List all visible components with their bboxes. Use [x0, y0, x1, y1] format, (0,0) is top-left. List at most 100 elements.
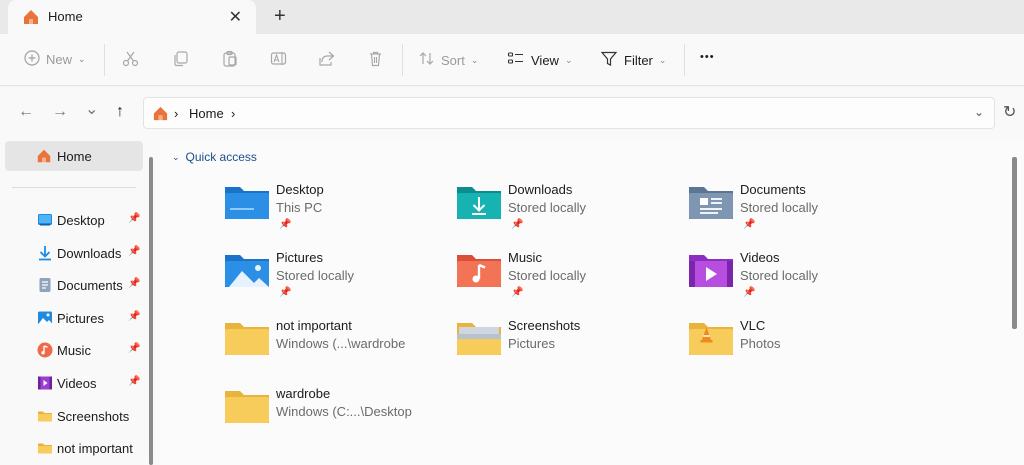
- rename-icon[interactable]: [270, 50, 287, 67]
- navigation-pane: Home Desktop 📌 Downloads 📌 Documents 📌 P…: [0, 139, 160, 465]
- up-arrow-icon[interactable]: ↑: [116, 103, 124, 121]
- quick-access-music[interactable]: Music Stored locally 📌: [456, 250, 676, 310]
- quick-access-desktop[interactable]: Desktop This PC 📌: [224, 182, 444, 242]
- main-content: ⌄ Quick access Desktop This PC 📌 Downloa…: [160, 139, 1024, 465]
- divider: [684, 44, 685, 76]
- home-icon: [36, 148, 52, 167]
- quick-access-not-important[interactable]: not important Windows (...\wardrobe: [224, 318, 444, 378]
- sidebar-item-label: Music: [57, 343, 91, 358]
- sidebar-item-music[interactable]: Music 📌: [0, 335, 148, 365]
- view-icon: [507, 50, 525, 70]
- section-label: Quick access: [185, 150, 257, 164]
- pictures-folder-icon: [224, 250, 270, 290]
- tile-location: Windows (...\wardrobe: [276, 336, 406, 351]
- quick-access-screenshots[interactable]: Screenshots Pictures: [456, 318, 676, 378]
- videos-icon: [37, 375, 53, 391]
- main-scrollbar[interactable]: [1012, 157, 1017, 329]
- pin-icon: 📌: [279, 287, 292, 298]
- tab-title: Home: [48, 9, 83, 24]
- pin-icon: 📌: [511, 287, 524, 298]
- pin-icon[interactable]: 📌: [128, 311, 140, 322]
- quick-access-wardrobe[interactable]: wardrobe Windows (C:...\Desktop: [224, 386, 444, 446]
- chevron-down-icon: ⌄: [658, 54, 667, 65]
- pin-icon: 📌: [743, 219, 756, 230]
- breadcrumb-separator[interactable]: ›: [174, 106, 178, 121]
- home-icon: [22, 8, 40, 29]
- tile-location: Stored locally: [508, 268, 587, 283]
- sidebar-item-desktop[interactable]: Desktop 📌: [0, 205, 148, 235]
- refresh-icon[interactable]: ↻: [1003, 102, 1016, 122]
- tile-name: Music: [508, 250, 542, 265]
- pin-icon[interactable]: 📌: [128, 278, 140, 289]
- pin-icon: 📌: [743, 287, 756, 298]
- folder-icon: [224, 386, 270, 426]
- tile-location: Stored locally: [276, 268, 355, 283]
- sidebar-item-label: Videos: [57, 376, 97, 391]
- command-bar: New ⌄ Sort ⌄ View ⌄ Filter ⌄ •••: [0, 34, 1024, 86]
- filter-button[interactable]: Filter ⌄: [600, 50, 666, 70]
- quick-access-header[interactable]: ⌄ Quick access: [172, 150, 257, 164]
- sidebar-item-not-important[interactable]: not important: [0, 433, 148, 463]
- screenshots-folder-icon: [456, 318, 502, 358]
- new-button[interactable]: New ⌄: [24, 50, 86, 69]
- sidebar-item-home[interactable]: Home: [5, 141, 143, 171]
- address-dropdown-icon[interactable]: ⌄: [974, 105, 984, 119]
- tile-name: Downloads: [508, 182, 573, 197]
- folder-icon: [37, 408, 53, 424]
- tile-location: Stored locally: [508, 200, 587, 215]
- close-tab-icon[interactable]: ✕: [229, 7, 242, 27]
- share-icon[interactable]: [318, 50, 335, 67]
- tile-name: VLC: [740, 318, 766, 333]
- more-options-icon[interactable]: •••: [700, 51, 715, 63]
- quick-access-vlc[interactable]: VLC Photos: [688, 318, 908, 378]
- sidebar-item-videos[interactable]: Videos 📌: [0, 368, 148, 398]
- address-bar[interactable]: › Home › ⌄: [143, 97, 995, 129]
- sidebar-item-screenshots[interactable]: Screenshots: [0, 401, 148, 431]
- tile-location: Stored locally: [740, 268, 819, 283]
- sidebar-item-downloads[interactable]: Downloads 📌: [0, 238, 148, 268]
- downloads-icon: [37, 245, 53, 261]
- sidebar-item-label: not important: [57, 441, 133, 456]
- quick-access-videos[interactable]: Videos Stored locally 📌: [688, 250, 908, 310]
- sidebar-scrollbar[interactable]: [149, 157, 153, 465]
- add-tab-button[interactable]: +: [274, 5, 286, 28]
- tile-name: Videos: [740, 250, 780, 265]
- tile-name: wardrobe: [276, 386, 331, 401]
- paste-icon[interactable]: [221, 50, 238, 67]
- view-button[interactable]: View ⌄: [507, 50, 573, 70]
- tile-location: Stored locally: [740, 200, 819, 215]
- music-icon: [37, 342, 53, 358]
- sidebar-item-pictures[interactable]: Pictures 📌: [0, 303, 148, 333]
- divider: [104, 44, 105, 76]
- downloads-folder-icon: [456, 182, 502, 222]
- delete-icon[interactable]: [367, 50, 384, 67]
- home-icon: [152, 105, 169, 125]
- pin-icon[interactable]: 📌: [128, 376, 140, 387]
- sidebar-item-label: Documents: [57, 278, 123, 293]
- sidebar-item-documents[interactable]: Documents 📌: [0, 270, 148, 300]
- tab-home[interactable]: Home ✕: [8, 0, 256, 34]
- filter-icon: [600, 50, 618, 70]
- breadcrumb-separator[interactable]: ›: [231, 106, 235, 121]
- quick-access-documents[interactable]: Documents Stored locally 📌: [688, 182, 908, 242]
- pin-icon[interactable]: 📌: [128, 343, 140, 354]
- sort-button[interactable]: Sort ⌄: [418, 50, 478, 70]
- address-row: ← → ⌄ ↑ › Home › ⌄ ↻: [0, 87, 1024, 139]
- forward-arrow-icon[interactable]: →: [52, 103, 68, 121]
- cut-icon[interactable]: [122, 50, 139, 67]
- pin-icon: 📌: [511, 219, 524, 230]
- pin-icon: 📌: [279, 219, 292, 230]
- pictures-icon: [37, 310, 53, 326]
- sidebar-item-label: Downloads: [57, 246, 122, 261]
- back-arrow-icon[interactable]: ←: [18, 103, 34, 121]
- quick-access-pictures[interactable]: Pictures Stored locally 📌: [224, 250, 444, 310]
- recent-locations-icon[interactable]: ⌄: [85, 99, 98, 119]
- copy-icon[interactable]: [172, 50, 189, 67]
- breadcrumb-home[interactable]: Home: [189, 106, 224, 121]
- pin-icon[interactable]: 📌: [128, 213, 140, 224]
- chevron-down-icon: ⌄: [78, 54, 86, 64]
- divider: [12, 187, 136, 188]
- quick-access-downloads[interactable]: Downloads Stored locally 📌: [456, 182, 676, 242]
- pin-icon[interactable]: 📌: [128, 246, 140, 257]
- tile-name: Screenshots: [508, 318, 581, 333]
